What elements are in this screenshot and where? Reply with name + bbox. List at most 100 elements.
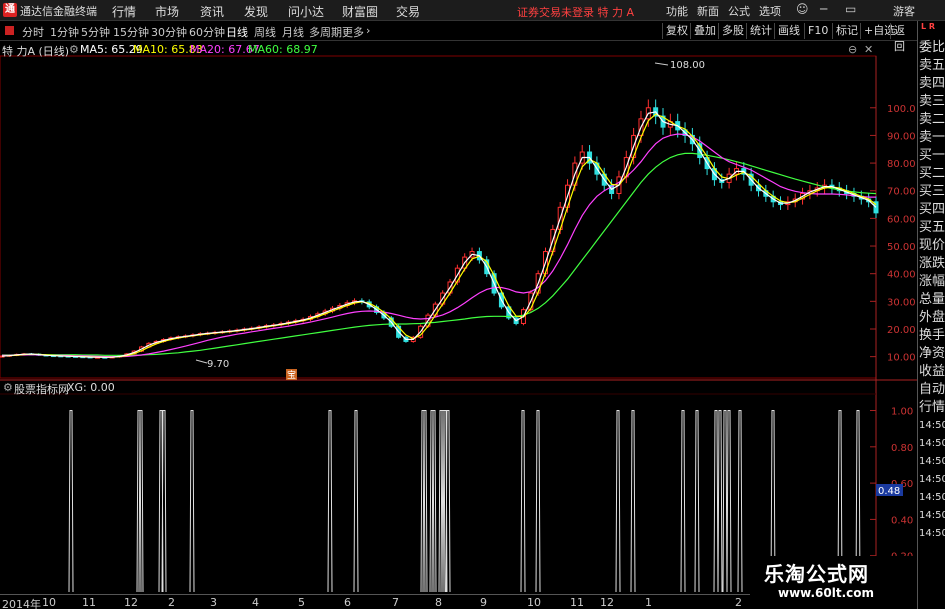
current-value: 0.48 xyxy=(878,486,900,497)
f10-button[interactable]: F10 xyxy=(804,23,831,39)
side-item[interactable]: 14:50 xyxy=(919,453,945,471)
menu-wealth-circle[interactable]: 财富圈 xyxy=(342,3,378,20)
side-item[interactable]: 卖四 xyxy=(919,75,945,93)
overlay-button[interactable]: 叠加 xyxy=(690,23,719,39)
time-axis-label: 4 xyxy=(252,596,259,609)
signal-spike xyxy=(327,410,333,593)
side-item[interactable]: 14:50 xyxy=(919,489,945,507)
menu-news[interactable]: 资讯 xyxy=(200,3,224,20)
side-item[interactable]: 买四 xyxy=(919,201,945,219)
side-item[interactable]: 行情 xyxy=(919,399,945,417)
sub-tick-label: 0.40 xyxy=(891,515,913,526)
period-30min[interactable]: 30分钟 xyxy=(151,24,187,40)
restore-icon[interactable]: ▭ xyxy=(845,2,856,16)
user-icon[interactable]: ☺ xyxy=(796,2,809,16)
signal-spike xyxy=(694,410,700,593)
formula-button[interactable]: 公式 xyxy=(728,3,750,19)
side-item[interactable]: 委比 xyxy=(919,39,945,57)
price-tick-label: 90.00 xyxy=(887,131,916,142)
side-item[interactable]: 现价 xyxy=(919,237,945,255)
side-item[interactable]: 自动 xyxy=(919,381,945,399)
side-item[interactable]: 卖二 xyxy=(919,111,945,129)
period-5min[interactable]: 5分钟 xyxy=(81,24,110,40)
side-item[interactable]: 买一 xyxy=(919,147,945,165)
time-axis-label: 2014年 xyxy=(2,598,41,609)
time-axis-label: 1 xyxy=(645,596,652,609)
side-item[interactable]: 涨跌 xyxy=(919,255,945,273)
main-chart-frame xyxy=(0,55,877,379)
side-item[interactable]: 涨幅 xyxy=(919,273,945,291)
high-label: 108.00 xyxy=(670,60,705,71)
chevron-right-icon[interactable]: › xyxy=(366,24,370,37)
side-item[interactable]: 14:50 xyxy=(919,435,945,453)
side-item[interactable]: 换手 xyxy=(919,327,945,345)
time-axis-label: 11 xyxy=(82,596,96,609)
minimize-icon[interactable]: ─ xyxy=(820,2,827,16)
gear-icon[interactable]: ⚙ xyxy=(3,381,13,394)
price-axis: 100.0 90.00 80.00 70.00 60.00 50.00 40.00 30.00… xyxy=(870,104,916,364)
side-item[interactable]: 买二 xyxy=(919,165,945,183)
menu-trade[interactable]: 交易 xyxy=(396,3,420,20)
more-icon[interactable]: ⊖ xyxy=(848,43,857,56)
options-button[interactable]: 选项 xyxy=(759,3,781,19)
multi-stock-button[interactable]: 多股 xyxy=(718,23,747,39)
period-1min[interactable]: 1分钟 xyxy=(50,24,79,40)
chart-area[interactable]: 100.0 90.00 80.00 70.00 60.00 50.00 40.00 30.00… xyxy=(0,40,917,594)
period-intraday[interactable]: 分时 xyxy=(22,24,44,40)
lr-badge[interactable]: L R xyxy=(921,22,935,31)
period-more[interactable]: 更多 xyxy=(342,24,364,40)
period-monthly[interactable]: 月线 xyxy=(282,24,304,40)
app-title: 通达信金融终端 xyxy=(20,5,97,18)
sub-tick-label: 0.80 xyxy=(891,443,913,454)
side-item[interactable]: 净资 xyxy=(919,345,945,363)
menu-market[interactable]: 市场 xyxy=(155,3,179,20)
toolbar-red-mark xyxy=(5,26,14,35)
side-item[interactable]: 总量 xyxy=(919,291,945,309)
period-60min[interactable]: 60分钟 xyxy=(189,24,225,40)
period-weekly[interactable]: 周线 xyxy=(254,24,276,40)
side-item[interactable]: 卖三 xyxy=(919,93,945,111)
side-item[interactable]: 买三 xyxy=(919,183,945,201)
adjust-button[interactable]: 复权 xyxy=(662,23,691,39)
side-item[interactable]: 外盘 xyxy=(919,309,945,327)
signal-spike xyxy=(713,410,719,593)
period-15min[interactable]: 15分钟 xyxy=(113,24,149,40)
side-item[interactable]: 14:50 xyxy=(919,507,945,525)
watermark-title: 乐淘公式网 xyxy=(764,562,869,586)
signal-spike xyxy=(737,410,743,593)
side-item[interactable]: 收益 xyxy=(919,363,945,381)
side-item[interactable]: 14:50 xyxy=(919,417,945,435)
watermark: 乐淘公式网 www.60lt.com xyxy=(750,556,917,606)
back-button[interactable]: 返回 xyxy=(890,23,917,53)
time-axis-label: 2 xyxy=(735,596,742,609)
period-daily[interactable]: 日线 xyxy=(226,24,248,40)
time-axis-label: 8 xyxy=(435,596,442,609)
function-button[interactable]: 功能 xyxy=(666,3,688,19)
draw-button[interactable]: 画线 xyxy=(774,23,803,39)
time-axis-label: 11 xyxy=(570,596,584,609)
stats-button[interactable]: 统计 xyxy=(746,23,775,39)
side-item[interactable]: 14:50 xyxy=(919,525,945,543)
guest-button[interactable]: 游客 xyxy=(893,3,915,19)
menu-quotes[interactable]: 行情 xyxy=(112,3,136,20)
side-item[interactable]: 卖一 xyxy=(919,129,945,147)
new-page-button[interactable]: 新面 xyxy=(697,3,719,19)
signal-spike xyxy=(722,410,728,593)
signal-spike xyxy=(726,410,732,593)
price-tick-label: 20.00 xyxy=(887,325,916,336)
sub-chart-header: ⚙ 股票指标网 XG: 0.00 xyxy=(0,380,880,396)
menu-discover[interactable]: 发现 xyxy=(244,3,268,20)
period-multi[interactable]: 多周期 xyxy=(309,24,342,40)
settings-icon[interactable]: ⚙ xyxy=(69,43,79,56)
price-tick-label: 40.00 xyxy=(887,270,916,281)
mark-button[interactable]: 标记 xyxy=(832,23,861,39)
sub-tick-label: 1.00 xyxy=(891,407,913,418)
side-item[interactable]: 买五 xyxy=(919,219,945,237)
time-axis-label: 10 xyxy=(42,596,56,609)
side-item[interactable]: 14:50 xyxy=(919,471,945,489)
price-tick-label: 30.00 xyxy=(887,297,916,308)
close-icon[interactable]: ✕ xyxy=(864,43,873,56)
side-item[interactable]: 卖五 xyxy=(919,57,945,75)
menu-ask-xiaoda[interactable]: 问小达 xyxy=(288,3,324,20)
main-chart-header: 特 力A (日线) ⚙ MA5: 65.29 MA10: 65.83 MA20:… xyxy=(0,42,880,58)
